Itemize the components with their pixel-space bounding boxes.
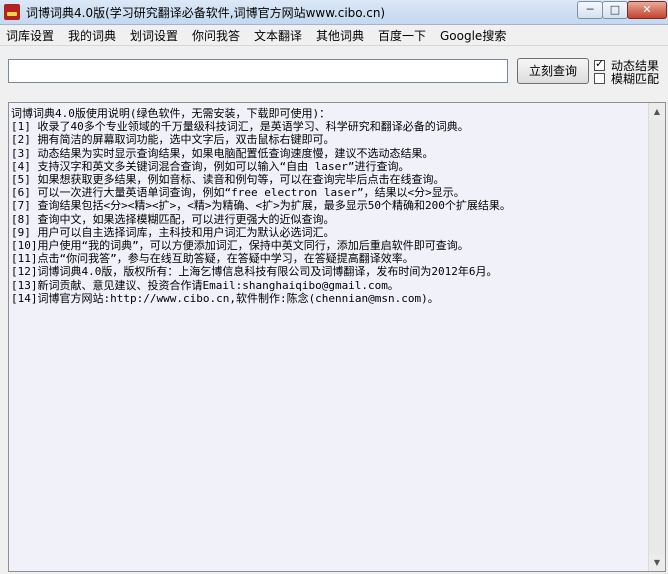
menu-item-my-dictionary[interactable]: 我的词典: [68, 27, 116, 44]
checkmark-icon: ✓: [595, 57, 605, 70]
text-line: [10]用户使用“我的词典”，可以方便添加词汇，保持中英文同行，添加后重启软件即…: [11, 239, 469, 253]
menu-item-baidu[interactable]: 百度一下: [378, 27, 426, 44]
text-line: [7] 查询结果包括<分><精><扩>，<精>为精确、<扩>为扩展，最多显示50…: [11, 199, 511, 213]
text-line: [9] 用户可以自主选择词库，主科技和用户词汇为默认必选词汇。: [11, 225, 335, 239]
text-line: [8] 查询中文，如果选择模糊匹配，可以进行更强大的近似查询。: [11, 212, 335, 226]
results-text-area[interactable]: 词博词典4.0版使用说明(绿色软件，无需安装，下载即可使用)： [1] 收录了4…: [8, 102, 666, 572]
title-bar: 词博词典4.0版(学习研究翻译必备软件,词博官方网站www.cibo.cn) ─…: [0, 0, 668, 25]
menu-item-text-translation[interactable]: 文本翻译: [254, 27, 302, 44]
text-line: [3] 动态结果为实时显示查询结果，如果电脑配置低查询速度慢，建议不选动态结果。: [11, 146, 434, 160]
fuzzy-match-checkbox[interactable]: [594, 73, 605, 84]
app-icon: [4, 4, 20, 20]
vertical-scrollbar[interactable]: ▲ ▼: [648, 103, 665, 571]
scroll-down-icon[interactable]: ▼: [649, 554, 665, 571]
text-line: [14]词博官方网站:http://www.cibo.cn,软件制作:陈念(ch…: [11, 291, 439, 305]
menu-bar: 词库设置 我的词典 划词设置 你问我答 文本翻译 其他词典 百度一下 Googl…: [0, 25, 668, 46]
menu-item-google-search[interactable]: Google搜索: [440, 27, 506, 44]
scroll-up-icon[interactable]: ▲: [649, 103, 665, 120]
text-line: [5] 如果想获取更多结果，例如音标、读音和例句等，可以在查询完毕后点击在线查询…: [11, 173, 445, 187]
text-line: 词博词典4.0版使用说明(绿色软件，无需安装，下载即可使用)：: [11, 107, 331, 120]
menu-item-dictionary-settings[interactable]: 词库设置: [6, 27, 54, 44]
text-line: [12]词博词典4.0版，版权所有：上海乞博信息科技有限公司及词博翻译，发布时间…: [11, 265, 498, 279]
search-button[interactable]: 立刻查询: [517, 58, 589, 84]
text-line: [13]新词贡献、意见建议、投资合作请Email:shanghaiqibo@gm…: [11, 278, 399, 292]
text-line: [1] 收录了40多个专业领域的千万量级科技词汇，是英语学习、科学研究和翻译必备…: [11, 120, 469, 134]
fuzzy-match-option[interactable]: 模糊匹配: [594, 70, 659, 87]
text-line: [11]点击“你问我答”，参与在线互助答疑，在答疑中学习，在答疑提高翻译效率。: [11, 252, 414, 266]
fuzzy-match-label: 模糊匹配: [611, 72, 660, 86]
text-line: [6] 可以一次进行大量英语单词查询，例如“free electron lase…: [11, 186, 465, 200]
close-button[interactable]: ✕: [627, 1, 667, 19]
maximize-button[interactable]: □: [602, 1, 628, 19]
text-line: [2] 拥有简洁的屏幕取词功能，选中文字后，双击鼠标右键即可。: [11, 133, 335, 147]
menu-item-qa[interactable]: 你问我答: [192, 27, 240, 44]
menu-item-other-dictionaries[interactable]: 其他词典: [316, 27, 364, 44]
text-line: [4] 支持汉字和英文多关键词混合查询，例如可以输入“自由 laser”进行查询…: [11, 159, 410, 173]
window-title: 词博词典4.0版(学习研究翻译必备软件,词博官方网站www.cibo.cn): [26, 6, 386, 20]
menu-item-word-capture-settings[interactable]: 划词设置: [130, 27, 178, 44]
minimize-button[interactable]: ─: [577, 1, 603, 19]
search-input[interactable]: [8, 59, 508, 83]
